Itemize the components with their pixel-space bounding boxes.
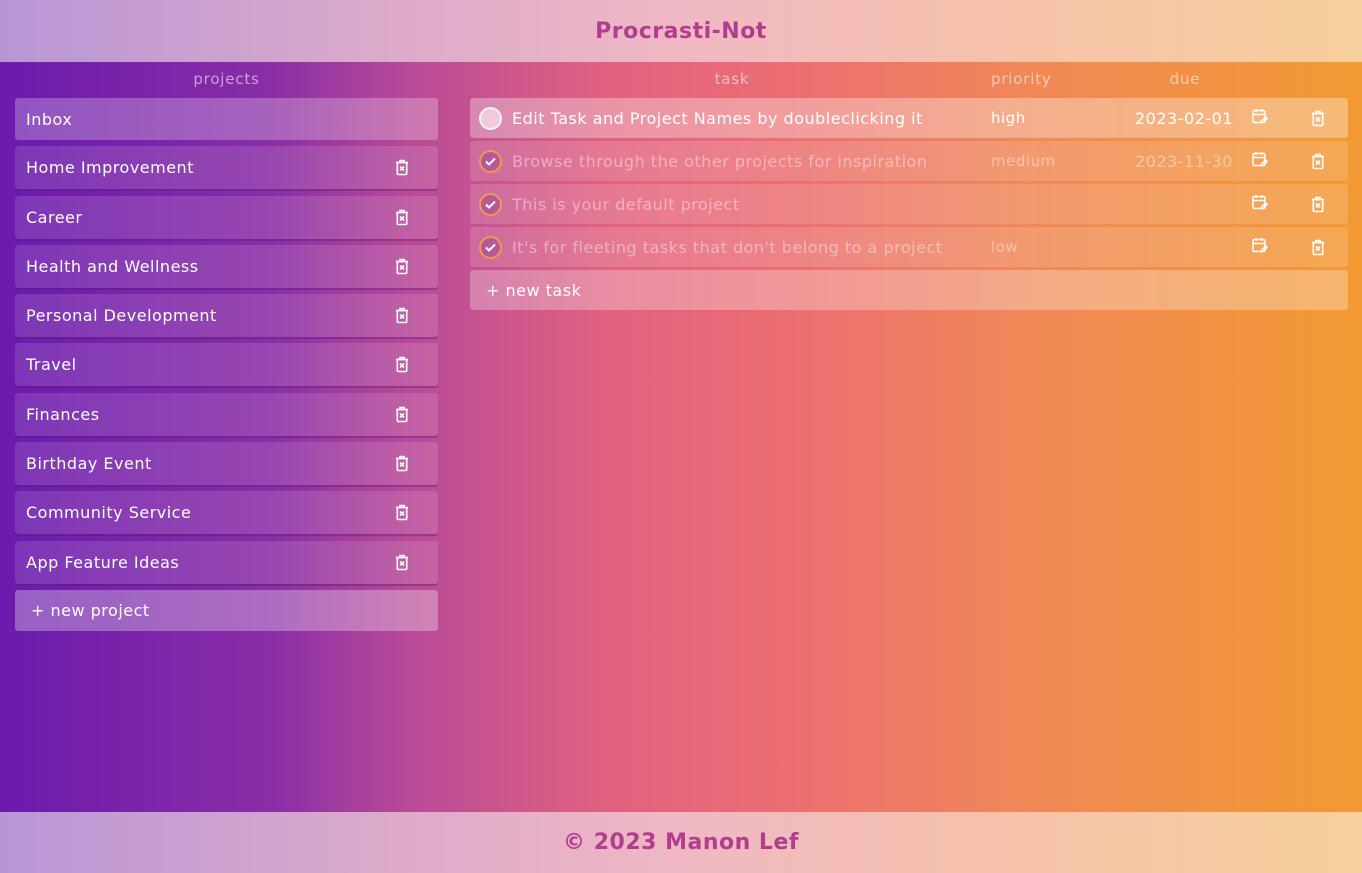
trash-icon[interactable] (1308, 237, 1328, 257)
project-item[interactable]: Home Improvement (15, 146, 438, 190)
task-checkbox-checked[interactable] (479, 235, 502, 259)
project-name[interactable]: Inbox (26, 110, 72, 129)
trash-icon[interactable] (392, 158, 412, 178)
project-name[interactable]: Community Service (26, 503, 191, 522)
trash-icon[interactable] (392, 404, 412, 424)
project-name[interactable]: Personal Development (26, 306, 217, 325)
projects-column-header: projects (193, 70, 260, 88)
copyright-text: © 2023 Manon Lef (563, 830, 799, 855)
project-item[interactable]: Career (15, 195, 438, 239)
check-icon (485, 200, 496, 209)
task-column-header: task (714, 70, 750, 88)
project-name[interactable]: Finances (26, 405, 100, 424)
project-item-inbox[interactable]: Inbox (15, 98, 438, 140)
project-name[interactable]: Career (26, 208, 82, 227)
project-item[interactable]: Travel (15, 343, 438, 387)
projects-list: Inbox Home Improvement Career Health and… (15, 98, 438, 631)
new-project-label: + new project (31, 600, 150, 620)
task-row: It's for fleeting tasks that don't belon… (470, 227, 1348, 267)
trash-icon[interactable] (392, 355, 412, 375)
task-name[interactable]: Browse through the other projects for in… (512, 152, 927, 171)
project-item[interactable]: Birthday Event (15, 442, 438, 486)
project-item[interactable]: Health and Wellness (15, 244, 438, 288)
trash-icon[interactable] (392, 552, 412, 572)
task-name[interactable]: This is your default project (512, 195, 740, 214)
task-priority[interactable]: low (991, 238, 1018, 256)
task-due-date[interactable]: 2023-02-01 (1135, 109, 1233, 128)
new-task-label: + new task (486, 280, 582, 300)
calendar-edit-icon[interactable] (1252, 237, 1269, 254)
task-row: Browse through the other projects for in… (470, 141, 1348, 181)
task-checkbox-checked[interactable] (479, 149, 502, 173)
priority-column-header: priority (991, 70, 1052, 88)
trash-icon[interactable] (1308, 194, 1328, 214)
check-icon (485, 243, 496, 252)
task-priority[interactable]: medium (991, 152, 1056, 170)
project-name[interactable]: App Feature Ideas (26, 553, 179, 572)
project-item[interactable]: App Feature Ideas (15, 540, 438, 584)
project-name[interactable]: Health and Wellness (26, 257, 199, 276)
task-row: This is your default project (470, 184, 1348, 224)
calendar-edit-icon[interactable] (1252, 151, 1269, 168)
app-header: Procrasti-Not (0, 0, 1362, 62)
new-project-button[interactable]: + new project (15, 589, 438, 631)
project-item[interactable]: Finances (15, 392, 438, 436)
task-due-date[interactable]: 2023-11-30 (1135, 152, 1233, 171)
calendar-edit-icon[interactable] (1252, 194, 1269, 211)
new-task-button[interactable]: + new task (470, 270, 1348, 310)
project-name[interactable]: Travel (26, 355, 77, 374)
check-icon (485, 157, 496, 166)
app-footer: © 2023 Manon Lef (0, 812, 1362, 873)
trash-icon[interactable] (392, 256, 412, 276)
task-row: Edit Task and Project Names by doublecli… (470, 98, 1348, 138)
trash-icon[interactable] (392, 306, 412, 326)
calendar-edit-icon[interactable] (1252, 108, 1269, 125)
task-checkbox[interactable] (479, 106, 502, 130)
due-column-header: due (1169, 70, 1201, 88)
trash-icon[interactable] (392, 503, 412, 523)
project-name[interactable]: Home Improvement (26, 158, 194, 177)
project-item[interactable]: Community Service (15, 491, 438, 535)
project-name[interactable]: Birthday Event (26, 454, 152, 473)
task-name[interactable]: It's for fleeting tasks that don't belon… (512, 238, 942, 257)
trash-icon[interactable] (1308, 108, 1328, 128)
task-name[interactable]: Edit Task and Project Names by doublecli… (512, 109, 923, 128)
app-title: Procrasti-Not (595, 18, 767, 44)
trash-icon[interactable] (392, 207, 412, 227)
task-priority[interactable]: high (991, 109, 1026, 127)
task-checkbox-checked[interactable] (479, 192, 502, 216)
project-item[interactable]: Personal Development (15, 294, 438, 338)
tasks-list: Edit Task and Project Names by doublecli… (470, 98, 1348, 310)
trash-icon[interactable] (1308, 151, 1328, 171)
trash-icon[interactable] (392, 454, 412, 474)
